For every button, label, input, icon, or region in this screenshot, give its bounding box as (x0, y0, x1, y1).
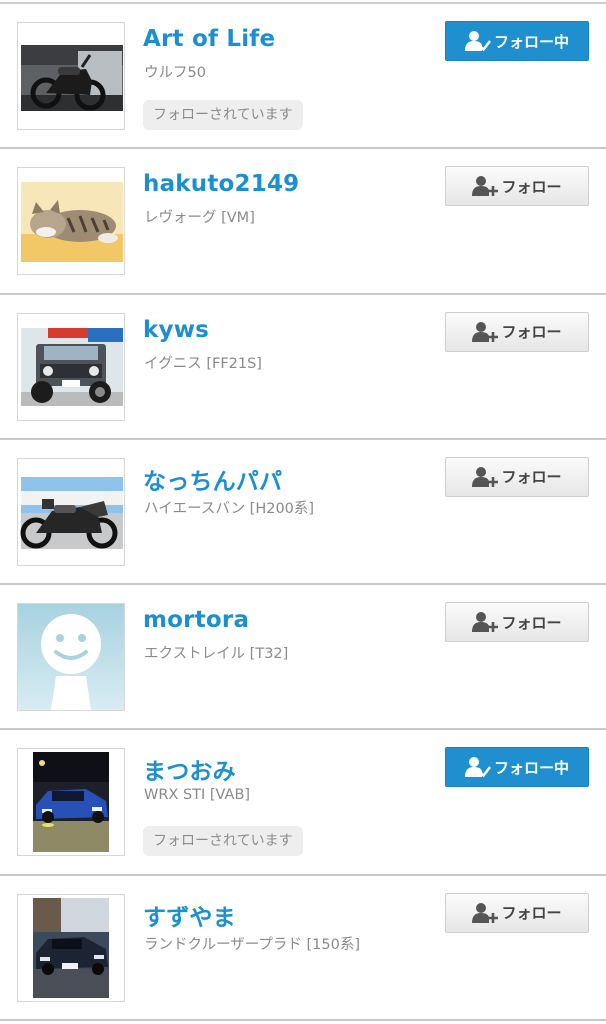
user-list: Art of Life ウルフ50 フォロー中 フォローされています hakut… (0, 4, 606, 1022)
user-row: Art of Life ウルフ50 フォロー中 フォローされています (0, 4, 606, 150)
user-plus-icon (472, 466, 499, 487)
following-button-label: フォロー中 (493, 758, 569, 777)
user-name[interactable]: なっちんパパ (143, 462, 282, 496)
user-plus-icon (472, 902, 499, 923)
user-avatar[interactable] (17, 457, 125, 566)
follows-you-badge: フォローされています (143, 100, 303, 130)
cat-photo (18, 168, 124, 275)
user-avatar[interactable] (17, 312, 125, 421)
user-check-icon (464, 31, 491, 52)
follow-button[interactable]: フォロー (445, 602, 589, 643)
user-car: ハイエースバン [H200系] (144, 500, 315, 517)
user-avatar[interactable] (17, 893, 125, 1002)
user-name[interactable]: すずやま (143, 898, 236, 932)
user-row: kyws イグニス [FF21S] フォロー (0, 295, 606, 440)
user-row: mortora エクストレイル [T32] フォロー (0, 585, 606, 731)
user-car: WRX STI [VAB] (144, 787, 251, 804)
user-name[interactable]: まつおみ (143, 752, 236, 786)
follow-button-label: フォロー (501, 468, 562, 487)
user-name[interactable]: mortora (143, 607, 249, 633)
follow-button[interactable]: フォロー (445, 892, 589, 933)
user-avatar[interactable] (17, 603, 125, 712)
sedan-photo (18, 894, 124, 1001)
following-button-label: フォロー中 (493, 32, 569, 51)
jimny-photo (18, 313, 124, 420)
user-plus-icon (472, 321, 499, 342)
user-avatar[interactable] (17, 167, 125, 276)
follows-you-badge: フォローされています (143, 826, 303, 857)
motorcycle-garage-photo (18, 23, 124, 129)
user-name[interactable]: hakuto2149 (143, 171, 299, 197)
blue-wrx-night-photo (18, 749, 124, 856)
user-plus-icon (472, 612, 499, 633)
follow-button-label: フォロー (501, 904, 562, 923)
user-car: イグニス [FF21S] (144, 355, 262, 372)
user-name[interactable]: Art of Life (143, 26, 275, 52)
user-car: ランドクルーザープラド [150系] (144, 936, 361, 953)
user-car: レヴォーグ [VM] (144, 210, 255, 227)
follow-button[interactable]: フォロー (445, 456, 589, 497)
user-row: hakuto2149 レヴォーグ [VM] フォロー (0, 149, 606, 295)
follow-button-label: フォロー (501, 613, 562, 632)
user-car: エクストレイル [T32] (144, 646, 289, 663)
default-avatar-icon (18, 604, 124, 711)
user-avatar[interactable] (17, 748, 125, 857)
user-check-icon (464, 757, 491, 778)
user-plus-icon (472, 176, 499, 197)
user-row: まつおみ WRX STI [VAB] フォロー中 フォローされています (0, 730, 606, 876)
sport-bike-photo (18, 458, 124, 565)
user-avatar[interactable] (17, 22, 125, 130)
follow-button-label: フォロー (501, 177, 562, 196)
follow-button[interactable]: フォロー (445, 166, 589, 207)
following-button[interactable]: フォロー中 (445, 747, 589, 788)
user-row: すずやま ランドクルーザープラド [150系] フォロー (0, 876, 606, 1022)
user-name[interactable]: kyws (143, 317, 209, 343)
follow-button[interactable]: フォロー (445, 311, 589, 352)
following-button[interactable]: フォロー中 (445, 21, 589, 61)
user-row: なっちんパパ ハイエースバン [H200系] フォロー (0, 440, 606, 586)
follow-button-label: フォロー (501, 323, 562, 342)
user-car: ウルフ50 (144, 65, 206, 81)
